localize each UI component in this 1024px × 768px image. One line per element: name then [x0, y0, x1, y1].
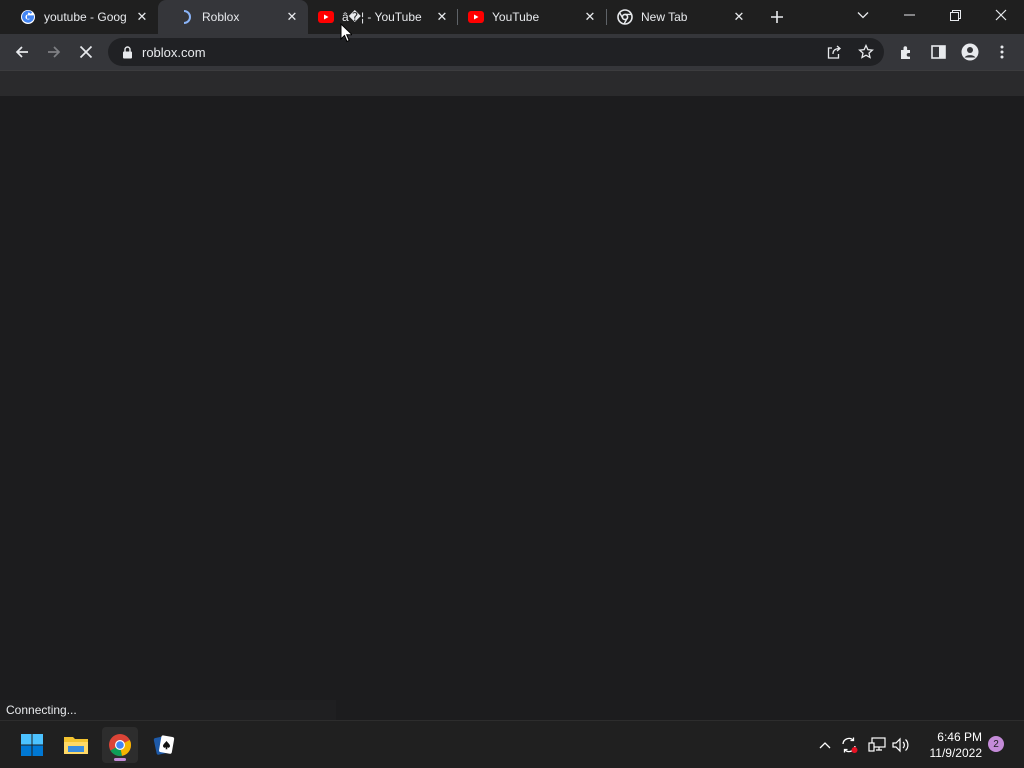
taskbar: 6:46 PM 11/9/2022	[0, 720, 1024, 768]
clock-time: 6:46 PM	[937, 730, 982, 744]
tab-google-search[interactable]: youtube - Google ✕	[0, 0, 158, 34]
network-icon[interactable]	[866, 733, 888, 757]
url-text[interactable]: roblox.com	[142, 45, 206, 60]
chrome-icon	[617, 9, 633, 25]
lock-icon[interactable]	[120, 45, 134, 59]
tab-strip: youtube - Google ✕ Roblox ✕ â�¦ - YouTub…	[0, 0, 1024, 34]
youtube-icon	[468, 9, 484, 25]
stop-loading-button[interactable]	[72, 38, 100, 66]
tab-search-button[interactable]	[840, 0, 886, 30]
tab-youtube-video[interactable]: â�¦ - YouTube ✕	[308, 0, 458, 34]
clock-date: 11/9/2022	[929, 746, 983, 760]
more-menu-icon[interactable]	[988, 38, 1016, 66]
share-icon[interactable]	[820, 38, 848, 66]
active-indicator	[114, 758, 126, 761]
tab-new-tab[interactable]: New Tab ✕	[607, 0, 755, 34]
tab-roblox[interactable]: Roblox ✕	[158, 0, 308, 34]
browser-toolbar: roblox.com	[0, 34, 1024, 70]
close-icon[interactable]: ✕	[284, 9, 300, 25]
google-icon	[20, 9, 36, 25]
new-tab-button[interactable]	[766, 6, 788, 28]
notification-badge[interactable]: 2	[988, 736, 1004, 752]
mouse-cursor-icon	[340, 23, 352, 43]
tab-title: Roblox	[202, 10, 240, 24]
tab-title: New Tab	[641, 10, 688, 24]
page-content	[0, 96, 1024, 720]
chrome-taskbar-icon[interactable]	[102, 727, 138, 763]
close-icon[interactable]: ✕	[134, 9, 150, 25]
status-bubble: Connecting...	[0, 700, 336, 720]
close-window-button[interactable]	[978, 0, 1024, 30]
profile-avatar-icon[interactable]	[956, 38, 984, 66]
youtube-icon	[318, 9, 334, 25]
tab-title: â�¦ - YouTube	[342, 10, 422, 24]
minimize-button[interactable]	[886, 0, 932, 30]
show-hidden-icons-button[interactable]	[814, 733, 836, 757]
close-icon[interactable]: ✕	[582, 9, 598, 25]
solitaire-icon[interactable]	[146, 727, 182, 763]
bookmark-star-icon[interactable]	[852, 38, 880, 66]
tab-title: YouTube	[492, 10, 540, 24]
restore-button[interactable]	[932, 0, 978, 30]
clock[interactable]: 6:46 PM 11/9/2022	[918, 729, 983, 761]
status-text: Connecting...	[6, 703, 77, 717]
extensions-icon[interactable]	[892, 38, 920, 66]
start-button[interactable]	[14, 727, 50, 763]
loading-spinner-icon	[178, 9, 194, 25]
page-header-strip	[0, 70, 1024, 96]
tab-youtube[interactable]: YouTube ✕	[458, 0, 606, 34]
file-explorer-icon[interactable]	[58, 727, 94, 763]
address-bar[interactable]: roblox.com	[108, 38, 884, 66]
side-panel-icon[interactable]	[924, 38, 952, 66]
sync-icon[interactable]	[838, 733, 860, 757]
back-button[interactable]	[8, 38, 36, 66]
close-icon[interactable]: ✕	[434, 9, 450, 25]
close-icon[interactable]: ✕	[731, 9, 747, 25]
tab-title: youtube - Google	[44, 10, 126, 24]
forward-button[interactable]	[40, 38, 68, 66]
volume-icon[interactable]	[890, 733, 912, 757]
